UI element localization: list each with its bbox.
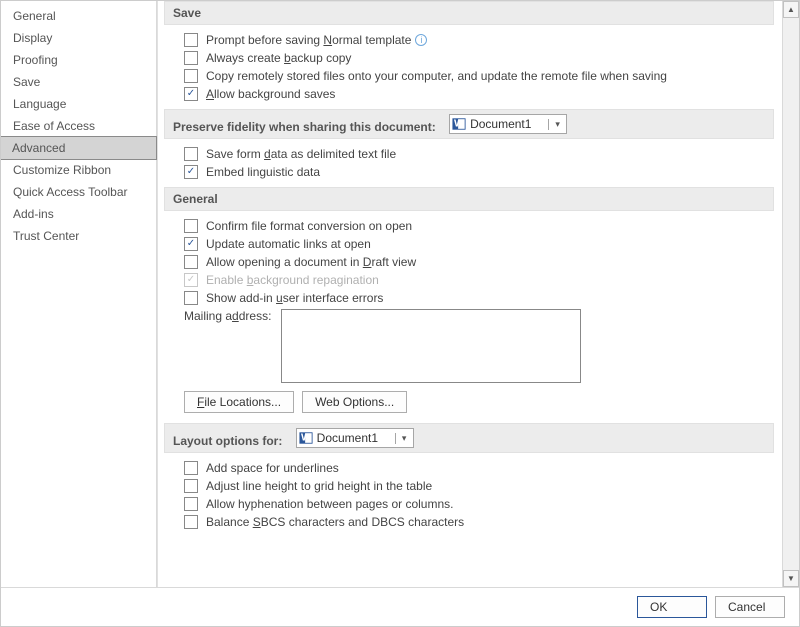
opt-backup-copy[interactable]: Always create backup copy xyxy=(164,49,774,67)
checkbox-icon xyxy=(184,147,198,161)
svg-text:W: W xyxy=(301,432,311,444)
opt-allow-hyphenation[interactable]: Allow hyphenation between pages or colum… xyxy=(164,495,774,513)
mailing-address-input[interactable] xyxy=(281,309,581,383)
section-general-header: General xyxy=(164,187,774,211)
sidebar-item-display[interactable]: Display xyxy=(1,27,156,49)
section-title: Layout options for: xyxy=(173,434,282,448)
info-icon[interactable]: i xyxy=(415,34,427,46)
option-label: Prompt before saving Normal template xyxy=(206,33,411,47)
svg-text:W: W xyxy=(454,118,464,130)
checkbox-icon xyxy=(184,51,198,65)
checkbox-icon xyxy=(184,479,198,493)
opt-background-saves[interactable]: Allow background saves xyxy=(164,85,774,103)
opt-draft-view[interactable]: Allow opening a document in Draft view xyxy=(164,253,774,271)
option-label: Embed linguistic data xyxy=(206,165,320,179)
opt-auto-links[interactable]: Update automatic links at open xyxy=(164,235,774,253)
sidebar-item-general[interactable]: General xyxy=(1,5,156,27)
opt-prompt-normal[interactable]: Prompt before saving Normal template i xyxy=(164,31,774,49)
section-title: General xyxy=(173,192,218,206)
checkbox-icon xyxy=(184,33,198,47)
option-label: Enable background repagination xyxy=(206,273,379,287)
opt-save-form-data[interactable]: Save form data as delimited text file xyxy=(164,145,774,163)
option-label: Balance SBCS characters and DBCS charact… xyxy=(206,515,464,529)
option-label: Allow opening a document in Draft view xyxy=(206,255,416,269)
checkbox-icon xyxy=(184,273,198,287)
opt-embed-linguistic[interactable]: Embed linguistic data xyxy=(164,163,774,181)
dialog-footer: OK Cancel xyxy=(1,587,799,626)
checkbox-icon xyxy=(184,497,198,511)
ok-button[interactable]: OK xyxy=(637,596,707,618)
opt-balance-sbcs[interactable]: Balance SBCS characters and DBCS charact… xyxy=(164,513,774,531)
option-label: Adjust line height to grid height in the… xyxy=(206,479,432,493)
checkbox-icon xyxy=(184,69,198,83)
select-value: Document1 xyxy=(468,117,548,131)
scroll-up-icon[interactable]: ▲ xyxy=(783,1,799,18)
option-label: Always create backup copy xyxy=(206,51,351,65)
checkbox-icon xyxy=(184,515,198,529)
cancel-button[interactable]: Cancel xyxy=(715,596,785,618)
checkbox-icon xyxy=(184,461,198,475)
file-locations-button[interactable]: File Locations... xyxy=(184,391,294,413)
opt-add-space-underlines[interactable]: Add space for underlines xyxy=(164,459,774,477)
section-preserve-header: Preserve fidelity when sharing this docu… xyxy=(164,109,774,139)
sidebar-item-save[interactable]: Save xyxy=(1,71,156,93)
chevron-down-icon: ▾ xyxy=(548,119,566,130)
sidebar-item-quick-access-toolbar[interactable]: Quick Access Toolbar xyxy=(1,181,156,203)
scroll-down-icon[interactable]: ▼ xyxy=(783,570,799,587)
select-value: Document1 xyxy=(315,431,395,445)
mailing-address-label: Mailing address: xyxy=(184,309,271,323)
preserve-document-select[interactable]: W Document1 ▾ xyxy=(449,114,567,134)
sidebar-item-trust-center[interactable]: Trust Center xyxy=(1,225,156,247)
section-title: Preserve fidelity when sharing this docu… xyxy=(173,120,436,134)
checkbox-icon xyxy=(184,237,198,251)
sidebar-item-language[interactable]: Language xyxy=(1,93,156,115)
checkbox-icon xyxy=(184,165,198,179)
sidebar-item-proofing[interactable]: Proofing xyxy=(1,49,156,71)
option-label: Allow hyphenation between pages or colum… xyxy=(206,497,454,511)
option-label: Confirm file format conversion on open xyxy=(206,219,412,233)
option-label: Add space for underlines xyxy=(206,461,339,475)
web-options-button[interactable]: Web Options... xyxy=(302,391,407,413)
scroll-track[interactable] xyxy=(783,18,799,570)
sidebar-item-advanced[interactable]: Advanced xyxy=(1,136,157,160)
section-layout-header: Layout options for: W Document1 ▾ xyxy=(164,423,774,453)
checkbox-icon xyxy=(184,87,198,101)
option-label: Update automatic links at open xyxy=(206,237,371,251)
mailing-address-row: Mailing address: xyxy=(164,307,774,385)
section-save-header: Save xyxy=(164,1,774,25)
chevron-down-icon: ▾ xyxy=(395,433,413,444)
word-doc-icon: W xyxy=(450,117,468,131)
opt-confirm-conversion[interactable]: Confirm file format conversion on open xyxy=(164,217,774,235)
opt-copy-remote[interactable]: Copy remotely stored files onto your com… xyxy=(164,67,774,85)
category-sidebar: General Display Proofing Save Language E… xyxy=(1,1,157,587)
section-title: Save xyxy=(173,6,201,20)
option-label: Save form data as delimited text file xyxy=(206,147,396,161)
sidebar-item-ease-of-access[interactable]: Ease of Access xyxy=(1,115,156,137)
options-dialog: General Display Proofing Save Language E… xyxy=(0,0,800,627)
checkbox-icon xyxy=(184,219,198,233)
sidebar-item-customize-ribbon[interactable]: Customize Ribbon xyxy=(1,159,156,181)
opt-background-repagination: Enable background repagination xyxy=(164,271,774,289)
sidebar-item-add-ins[interactable]: Add-ins xyxy=(1,203,156,225)
word-doc-icon: W xyxy=(297,431,315,445)
settings-panel: Save Prompt before saving Normal templat… xyxy=(157,1,782,587)
layout-document-select[interactable]: W Document1 ▾ xyxy=(296,428,414,448)
option-label: Allow background saves xyxy=(206,87,335,101)
checkbox-icon xyxy=(184,291,198,305)
option-label: Show add-in user interface errors xyxy=(206,291,383,305)
opt-adjust-line-height[interactable]: Adjust line height to grid height in the… xyxy=(164,477,774,495)
option-label: Copy remotely stored files onto your com… xyxy=(206,69,667,83)
checkbox-icon xyxy=(184,255,198,269)
vertical-scrollbar[interactable]: ▲ ▼ xyxy=(782,1,799,587)
opt-addin-errors[interactable]: Show add-in user interface errors xyxy=(164,289,774,307)
